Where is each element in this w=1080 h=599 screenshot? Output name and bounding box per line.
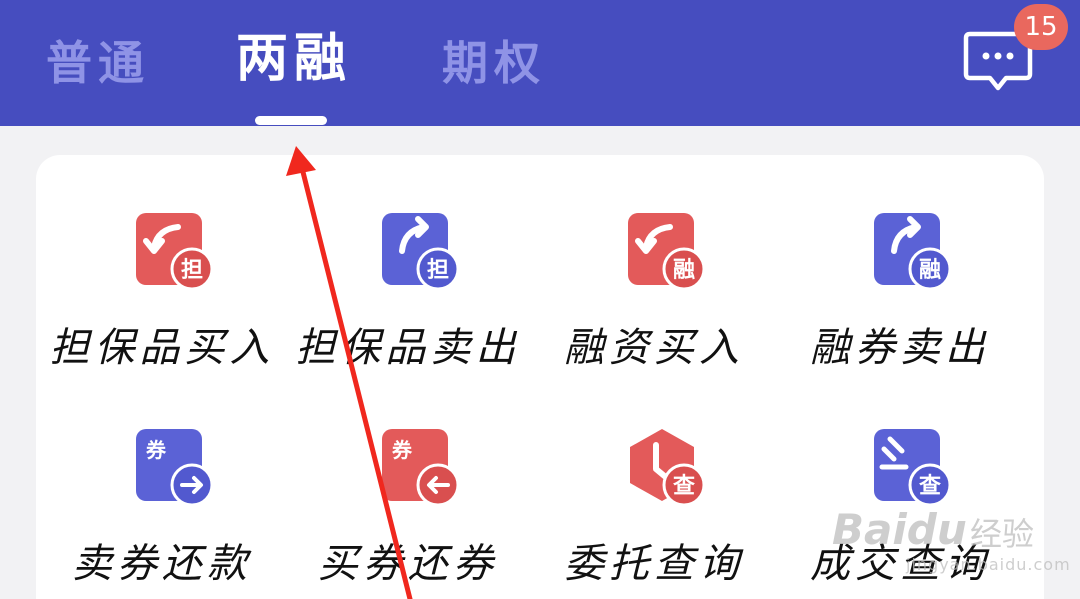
tab-margin-trading[interactable]: 两融 (236, 24, 352, 94)
svg-text:担: 担 (181, 258, 203, 283)
svg-text:查: 查 (673, 474, 695, 499)
grid-item-order-query[interactable]: 查 委托查询 (528, 371, 780, 587)
watermark-sub: 经验 (970, 515, 1035, 553)
grid-item-label: 融券卖出 (810, 325, 990, 371)
red-arrow-back-icon: 融 (626, 211, 706, 291)
blue-gavel-icon: 查 (872, 427, 952, 507)
grid-item-label: 融资买入 (564, 325, 744, 371)
grid-item-margin-buy[interactable]: 融 融资买入 (528, 155, 780, 371)
grid-item-short-sell[interactable]: 融 融券卖出 (774, 155, 1026, 371)
blue-arrow-forward-icon: 融 (872, 211, 952, 291)
svg-text:券: 券 (145, 438, 167, 462)
grid-item-label: 担保品卖出 (295, 325, 521, 371)
unread-badge: 15 (1014, 4, 1068, 50)
grid-item-label: 买券还券 (318, 541, 498, 587)
svg-text:担: 担 (427, 258, 449, 283)
tab-normal[interactable]: 普通 (46, 28, 150, 98)
grid-item-label: 委托查询 (564, 541, 744, 587)
red-arrow-left-circle-icon: 券 (380, 427, 460, 507)
svg-text:查: 查 (919, 474, 941, 499)
svg-text:融: 融 (919, 258, 941, 283)
grid-item-label: 卖券还款 (72, 541, 252, 587)
grid-item-collateral-sell[interactable]: 担 担保品卖出 (282, 155, 534, 371)
watermark-url: jingyan.baidu.com (906, 555, 1071, 574)
grid-item-buy-to-return[interactable]: 券 买券还券 (282, 371, 534, 587)
svg-text:券: 券 (391, 438, 413, 462)
red-clock-hexagon-icon: 查 (626, 427, 706, 507)
top-nav-bar: 普通 两融 期权 15 (0, 0, 1080, 126)
watermark-brand: Baidu (832, 505, 967, 554)
active-tab-indicator (255, 116, 327, 125)
grid-item-sell-to-repay[interactable]: 券 卖券还款 (36, 371, 288, 587)
grid-item-label: 担保品买入 (49, 325, 275, 371)
red-arrow-back-icon: 担 (134, 211, 214, 291)
blue-arrow-right-circle-icon: 券 (134, 427, 214, 507)
tab-options[interactable]: 期权 (442, 28, 546, 98)
baidu-watermark: Baidu 经验 jingyan.baidu.com (832, 505, 1070, 575)
blue-arrow-forward-icon: 担 (380, 211, 460, 291)
svg-text:融: 融 (673, 258, 695, 283)
grid-item-collateral-buy[interactable]: 担 担保品买入 (36, 155, 288, 371)
